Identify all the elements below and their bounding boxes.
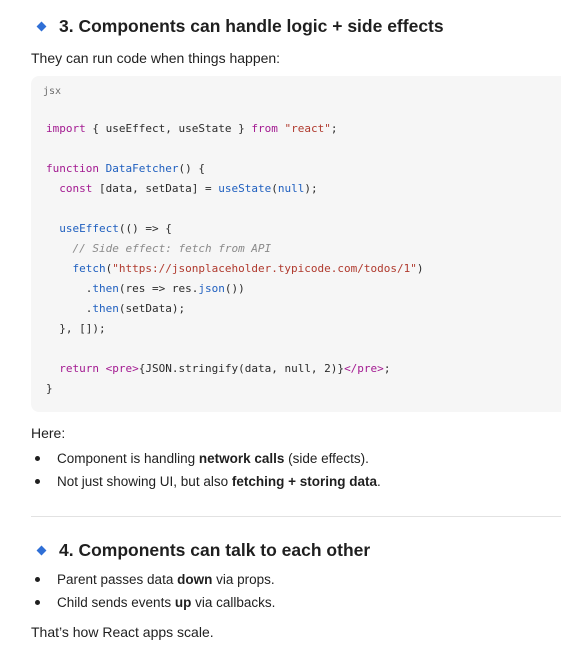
code-line-10: .then(setData); bbox=[46, 302, 186, 315]
section-3-heading-text: 3. Components can handle logic + side ef… bbox=[59, 16, 444, 36]
code-line-1: import { useEffect, useState } from "rea… bbox=[46, 122, 338, 135]
list-item: Parent passes data down via props. bbox=[31, 568, 275, 591]
diamond-bullet-icon bbox=[36, 545, 47, 556]
section-4-bullet-list: Parent passes data down via props. Child… bbox=[31, 568, 275, 614]
section-4-heading: 4. Components can talk to each other bbox=[36, 540, 371, 561]
section-3-intro: They can run code when things happen: bbox=[31, 50, 281, 66]
here-label: Here: bbox=[31, 425, 66, 441]
code-line-9: .then(res => res.json()) bbox=[46, 282, 245, 295]
code-line-7: // Side effect: fetch from API bbox=[72, 242, 272, 255]
code-line-13: return <pre>{JSON.stringify(data, null, … bbox=[59, 362, 391, 375]
section-4-heading-text: 4. Components can talk to each other bbox=[59, 540, 371, 560]
list-item: Not just showing UI, but also fetching +… bbox=[31, 470, 381, 493]
code-block[interactable]: jsx import { useEffect, useState } from … bbox=[31, 76, 561, 412]
diamond-bullet-icon bbox=[36, 21, 47, 32]
list-item: Component is handling network calls (sid… bbox=[31, 447, 381, 470]
code-line-11: }, []); bbox=[46, 322, 106, 335]
code-lines: import { useEffect, useState } from "rea… bbox=[46, 119, 424, 399]
code-line-6: useEffect(() => { bbox=[59, 222, 172, 235]
closing-text: That’s how React apps scale. bbox=[31, 624, 214, 640]
list-item: Child sends events up via callbacks. bbox=[31, 591, 275, 614]
section-divider bbox=[31, 516, 561, 517]
section-3-bullet-list: Component is handling network calls (sid… bbox=[31, 447, 381, 493]
section-3-heading: 3. Components can handle logic + side ef… bbox=[36, 16, 444, 37]
code-line-14: } bbox=[46, 382, 53, 395]
code-line-4: const [data, setData] = useState(null); bbox=[59, 182, 318, 195]
code-line-8: fetch("https://jsonplaceholder.typicode.… bbox=[72, 262, 424, 275]
code-language-label: jsx bbox=[43, 86, 62, 97]
code-line-3: function DataFetcher() { bbox=[46, 162, 205, 175]
